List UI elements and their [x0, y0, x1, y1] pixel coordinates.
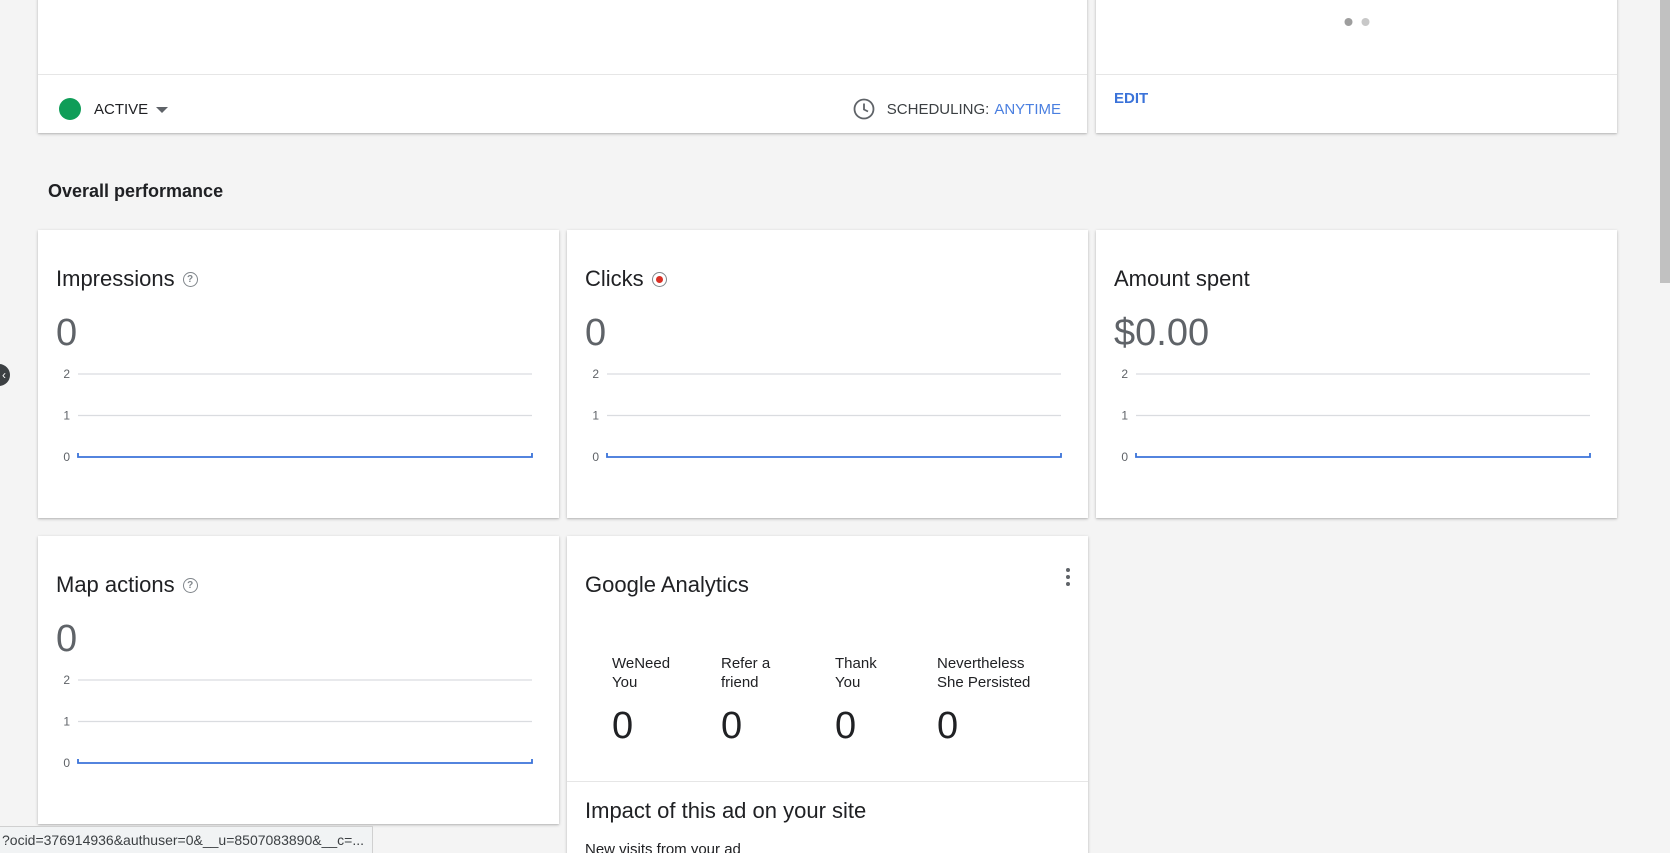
impressions-card: Impressions? 0 2 1 0 Nov 4, 2019 Nov 18, 201… — [38, 230, 559, 518]
preview-pager[interactable] — [1344, 18, 1369, 26]
status-row: ACTIVE SCHEDULING: ANYTIME — [38, 89, 1087, 129]
sparkline-chart: 2 1 0 Nov 4, 2019 Nov 18, 2019 — [592, 367, 1062, 468]
ga-title: Google Analytics — [585, 572, 749, 598]
metric-value: 0 — [56, 618, 78, 660]
help-icon[interactable]: ? — [182, 271, 198, 287]
section-title: Overall performance — [48, 181, 224, 201]
ga-goal: WeNeed You 0 — [612, 654, 670, 746]
x-tick-label: Nov 18, 2019 — [458, 467, 532, 468]
sparkline-chart: 2 1 0 Nov 4, 2019 Nov 18, 2019 — [1121, 367, 1591, 468]
card-divider — [567, 781, 1088, 782]
scheduling-value-link[interactable]: ANYTIME — [994, 101, 1061, 118]
side-panel-toggle-icon[interactable]: ‹ — [0, 364, 10, 386]
ga-goal: Thank You 0 — [835, 654, 877, 746]
pager-dot[interactable] — [1361, 18, 1369, 26]
ga-title-label: Google Analytics — [585, 572, 749, 597]
page-scrollbar[interactable] — [1660, 0, 1670, 283]
y-tick-label: 2 — [592, 367, 599, 381]
help-icon[interactable] — [651, 271, 667, 287]
series-line — [1135, 453, 1591, 458]
impact-subtitle: New visits from your ad — [585, 841, 741, 853]
x-tick-label: Nov 4, 2019 — [78, 467, 145, 468]
metric-title-label: Impressions — [56, 266, 175, 291]
metric-title-label: Map actions — [56, 572, 175, 597]
y-tick-label: 0 — [63, 450, 70, 464]
x-tick-label: Nov 18, 2019 — [987, 467, 1061, 468]
ga-goal: Refer a friend 0 — [721, 654, 770, 746]
sparkline-chart: 2 1 0 Nov 4, 2019 Nov 18, 2019 — [63, 673, 533, 774]
amount-spent-card: Amount spent $0.00 2 1 0 Nov 4, 2019 Nov 18,… — [1096, 230, 1617, 518]
metric-title: Clicks — [585, 266, 667, 292]
series-line — [77, 453, 533, 458]
y-tick-label: 1 — [63, 409, 70, 423]
google-analytics-card: Google Analytics WeNeed You 0 Refer a fr… — [567, 536, 1088, 853]
y-tick-label: 2 — [63, 673, 70, 687]
metric-value: $0.00 — [1114, 312, 1210, 354]
goal-label-line2: You — [612, 674, 638, 691]
goal-value: 0 — [937, 705, 959, 747]
status-url-bar: ?ocid=376914936&authuser=0&__u=850708389… — [0, 826, 373, 853]
y-tick-label: 1 — [1121, 409, 1128, 423]
goal-label-line2: friend — [721, 674, 759, 691]
x-tick-label: Nov 4, 2019 — [78, 773, 145, 774]
clicks-card: Clicks 0 2 1 0 Nov 4, 2019 Nov 18, 2019 — [567, 230, 1088, 518]
metric-title: Amount spent — [1114, 266, 1250, 292]
y-tick-label: 0 — [63, 756, 70, 770]
metric-value: 0 — [56, 312, 78, 354]
map-actions-card: Map actions? 0 2 1 0 Nov 4, 2019 Nov 18, 201… — [38, 536, 559, 824]
ad-preview-card: EDIT — [1096, 0, 1617, 133]
goal-value: 0 — [835, 705, 857, 747]
y-tick-label: 1 — [592, 409, 599, 423]
ad-status-card: ACTIVE SCHEDULING: ANYTIME — [38, 0, 1087, 133]
card-divider — [38, 74, 1087, 75]
goal-label-line1: Thank — [835, 655, 877, 672]
pager-dot-active[interactable] — [1344, 18, 1352, 26]
y-tick-label: 0 — [592, 450, 599, 464]
x-tick-label: Nov 18, 2019 — [458, 773, 532, 774]
chevron-down-icon[interactable] — [156, 107, 169, 113]
more-vert-icon[interactable] — [1066, 568, 1070, 586]
goal-label-line1: Refer a — [721, 655, 771, 672]
x-tick-label: Nov 4, 2019 — [607, 467, 674, 468]
y-tick-label: 2 — [1121, 367, 1128, 381]
x-tick-label: Nov 4, 2019 — [1136, 467, 1203, 468]
metric-value: 0 — [585, 312, 607, 354]
series-line — [77, 759, 533, 764]
goal-value: 0 — [721, 705, 743, 747]
metric-title-label: Amount spent — [1114, 266, 1250, 291]
scheduling-info: SCHEDULING: ANYTIME — [853, 98, 1061, 120]
metric-title: Impressions? — [56, 266, 198, 292]
goal-value: 0 — [612, 705, 634, 747]
metric-title-label: Clicks — [585, 266, 644, 291]
goal-label-line2: She Persisted — [937, 674, 1031, 691]
sparkline-chart: 2 1 0 Nov 4, 2019 Nov 18, 2019 — [63, 367, 533, 468]
help-icon[interactable]: ? — [182, 577, 198, 593]
y-tick-label: 0 — [1121, 450, 1128, 464]
card-divider — [1096, 74, 1617, 75]
x-tick-label: Nov 18, 2019 — [1516, 467, 1590, 468]
active-status-dot-icon — [59, 98, 81, 120]
metric-title: Map actions? — [56, 572, 198, 598]
ga-goal: Nevertheless She Persisted 0 — [937, 654, 1030, 746]
goal-label-line1: WeNeed — [612, 655, 671, 672]
y-tick-label: 1 — [63, 715, 70, 729]
series-line — [606, 453, 1062, 458]
clock-icon — [853, 98, 875, 120]
goal-label-line1: Nevertheless — [937, 655, 1025, 672]
impact-title: Impact of this ad on your site — [585, 798, 867, 823]
status-dropdown-label[interactable]: ACTIVE — [94, 101, 148, 118]
scheduling-label: SCHEDULING: — [886, 100, 990, 118]
goal-label-line2: You — [835, 674, 861, 691]
y-tick-label: 2 — [63, 367, 70, 381]
edit-button[interactable]: EDIT — [1114, 90, 1148, 107]
